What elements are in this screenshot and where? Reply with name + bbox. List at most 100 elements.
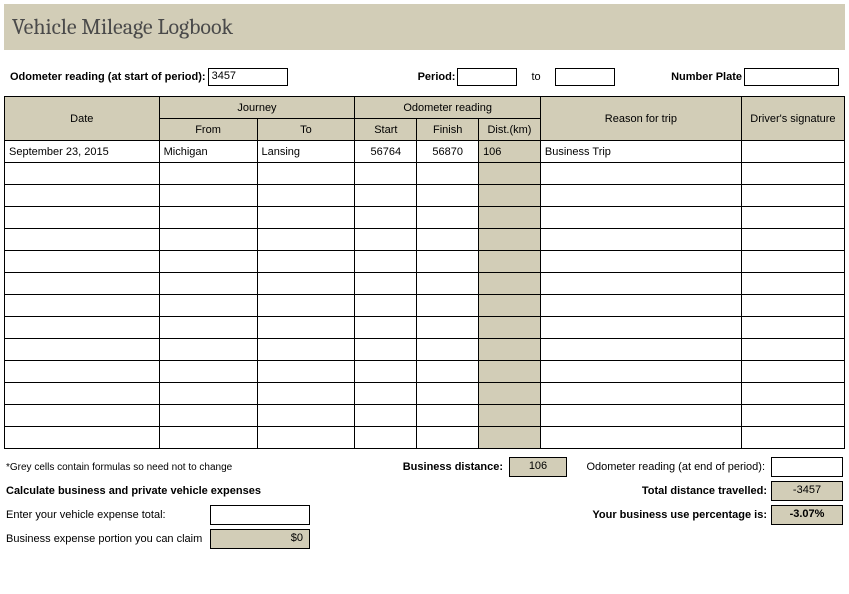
cell-signature[interactable] [741, 383, 844, 405]
cell-finish[interactable]: 56870 [417, 141, 479, 163]
cell-from[interactable] [159, 185, 257, 207]
cell-finish[interactable] [417, 427, 479, 449]
cell-date[interactable] [5, 383, 160, 405]
cell-date[interactable] [5, 273, 160, 295]
cell-start[interactable] [355, 251, 417, 273]
cell-to[interactable] [257, 383, 355, 405]
cell-from[interactable] [159, 405, 257, 427]
cell-reason[interactable]: Business Trip [540, 141, 741, 163]
cell-reason[interactable] [540, 229, 741, 251]
cell-from[interactable]: Michigan [159, 141, 257, 163]
cell-date[interactable] [5, 317, 160, 339]
cell-finish[interactable] [417, 163, 479, 185]
odo-end-input[interactable] [771, 457, 843, 477]
cell-from[interactable] [159, 427, 257, 449]
cell-from[interactable] [159, 361, 257, 383]
cell-start[interactable]: 56764 [355, 141, 417, 163]
cell-signature[interactable] [741, 141, 844, 163]
cell-signature[interactable] [741, 207, 844, 229]
cell-signature[interactable] [741, 317, 844, 339]
cell-start[interactable] [355, 207, 417, 229]
cell-reason[interactable] [540, 317, 741, 339]
cell-to[interactable] [257, 317, 355, 339]
cell-signature[interactable] [741, 229, 844, 251]
cell-date[interactable] [5, 163, 160, 185]
cell-start[interactable] [355, 273, 417, 295]
cell-start[interactable] [355, 229, 417, 251]
period-to-input[interactable] [555, 68, 615, 86]
cell-finish[interactable] [417, 229, 479, 251]
cell-finish[interactable] [417, 361, 479, 383]
cell-signature[interactable] [741, 163, 844, 185]
cell-to[interactable] [257, 207, 355, 229]
cell-date[interactable]: September 23, 2015 [5, 141, 160, 163]
cell-to[interactable]: Lansing [257, 141, 355, 163]
cell-signature[interactable] [741, 339, 844, 361]
cell-reason[interactable] [540, 295, 741, 317]
cell-from[interactable] [159, 273, 257, 295]
cell-to[interactable] [257, 427, 355, 449]
cell-reason[interactable] [540, 163, 741, 185]
cell-start[interactable] [355, 361, 417, 383]
cell-reason[interactable] [540, 251, 741, 273]
cell-start[interactable] [355, 295, 417, 317]
cell-to[interactable] [257, 229, 355, 251]
cell-signature[interactable] [741, 273, 844, 295]
cell-start[interactable] [355, 185, 417, 207]
cell-date[interactable] [5, 339, 160, 361]
plate-input[interactable] [744, 68, 839, 86]
cell-from[interactable] [159, 229, 257, 251]
cell-signature[interactable] [741, 427, 844, 449]
cell-to[interactable] [257, 339, 355, 361]
cell-finish[interactable] [417, 317, 479, 339]
cell-to[interactable] [257, 163, 355, 185]
cell-finish[interactable] [417, 273, 479, 295]
cell-start[interactable] [355, 427, 417, 449]
cell-from[interactable] [159, 317, 257, 339]
cell-reason[interactable] [540, 339, 741, 361]
cell-date[interactable] [5, 251, 160, 273]
cell-reason[interactable] [540, 405, 741, 427]
cell-from[interactable] [159, 207, 257, 229]
cell-finish[interactable] [417, 295, 479, 317]
cell-finish[interactable] [417, 405, 479, 427]
cell-start[interactable] [355, 405, 417, 427]
cell-reason[interactable] [540, 207, 741, 229]
cell-to[interactable] [257, 185, 355, 207]
cell-to[interactable] [257, 273, 355, 295]
cell-signature[interactable] [741, 361, 844, 383]
cell-to[interactable] [257, 251, 355, 273]
cell-date[interactable] [5, 361, 160, 383]
cell-signature[interactable] [741, 295, 844, 317]
odo-start-input[interactable]: 3457 [208, 68, 288, 86]
cell-from[interactable] [159, 163, 257, 185]
cell-date[interactable] [5, 229, 160, 251]
cell-start[interactable] [355, 383, 417, 405]
cell-finish[interactable] [417, 339, 479, 361]
cell-date[interactable] [5, 405, 160, 427]
period-from-input[interactable] [457, 68, 517, 86]
cell-to[interactable] [257, 405, 355, 427]
expense-total-input[interactable] [210, 505, 310, 525]
cell-from[interactable] [159, 339, 257, 361]
cell-date[interactable] [5, 185, 160, 207]
cell-reason[interactable] [540, 185, 741, 207]
cell-from[interactable] [159, 295, 257, 317]
cell-reason[interactable] [540, 273, 741, 295]
cell-reason[interactable] [540, 361, 741, 383]
cell-date[interactable] [5, 295, 160, 317]
cell-date[interactable] [5, 207, 160, 229]
cell-date[interactable] [5, 427, 160, 449]
cell-from[interactable] [159, 251, 257, 273]
cell-start[interactable] [355, 339, 417, 361]
cell-finish[interactable] [417, 207, 479, 229]
cell-from[interactable] [159, 383, 257, 405]
cell-reason[interactable] [540, 383, 741, 405]
cell-finish[interactable] [417, 251, 479, 273]
cell-to[interactable] [257, 361, 355, 383]
cell-finish[interactable] [417, 383, 479, 405]
cell-to[interactable] [257, 295, 355, 317]
cell-reason[interactable] [540, 427, 741, 449]
cell-signature[interactable] [741, 251, 844, 273]
cell-start[interactable] [355, 317, 417, 339]
